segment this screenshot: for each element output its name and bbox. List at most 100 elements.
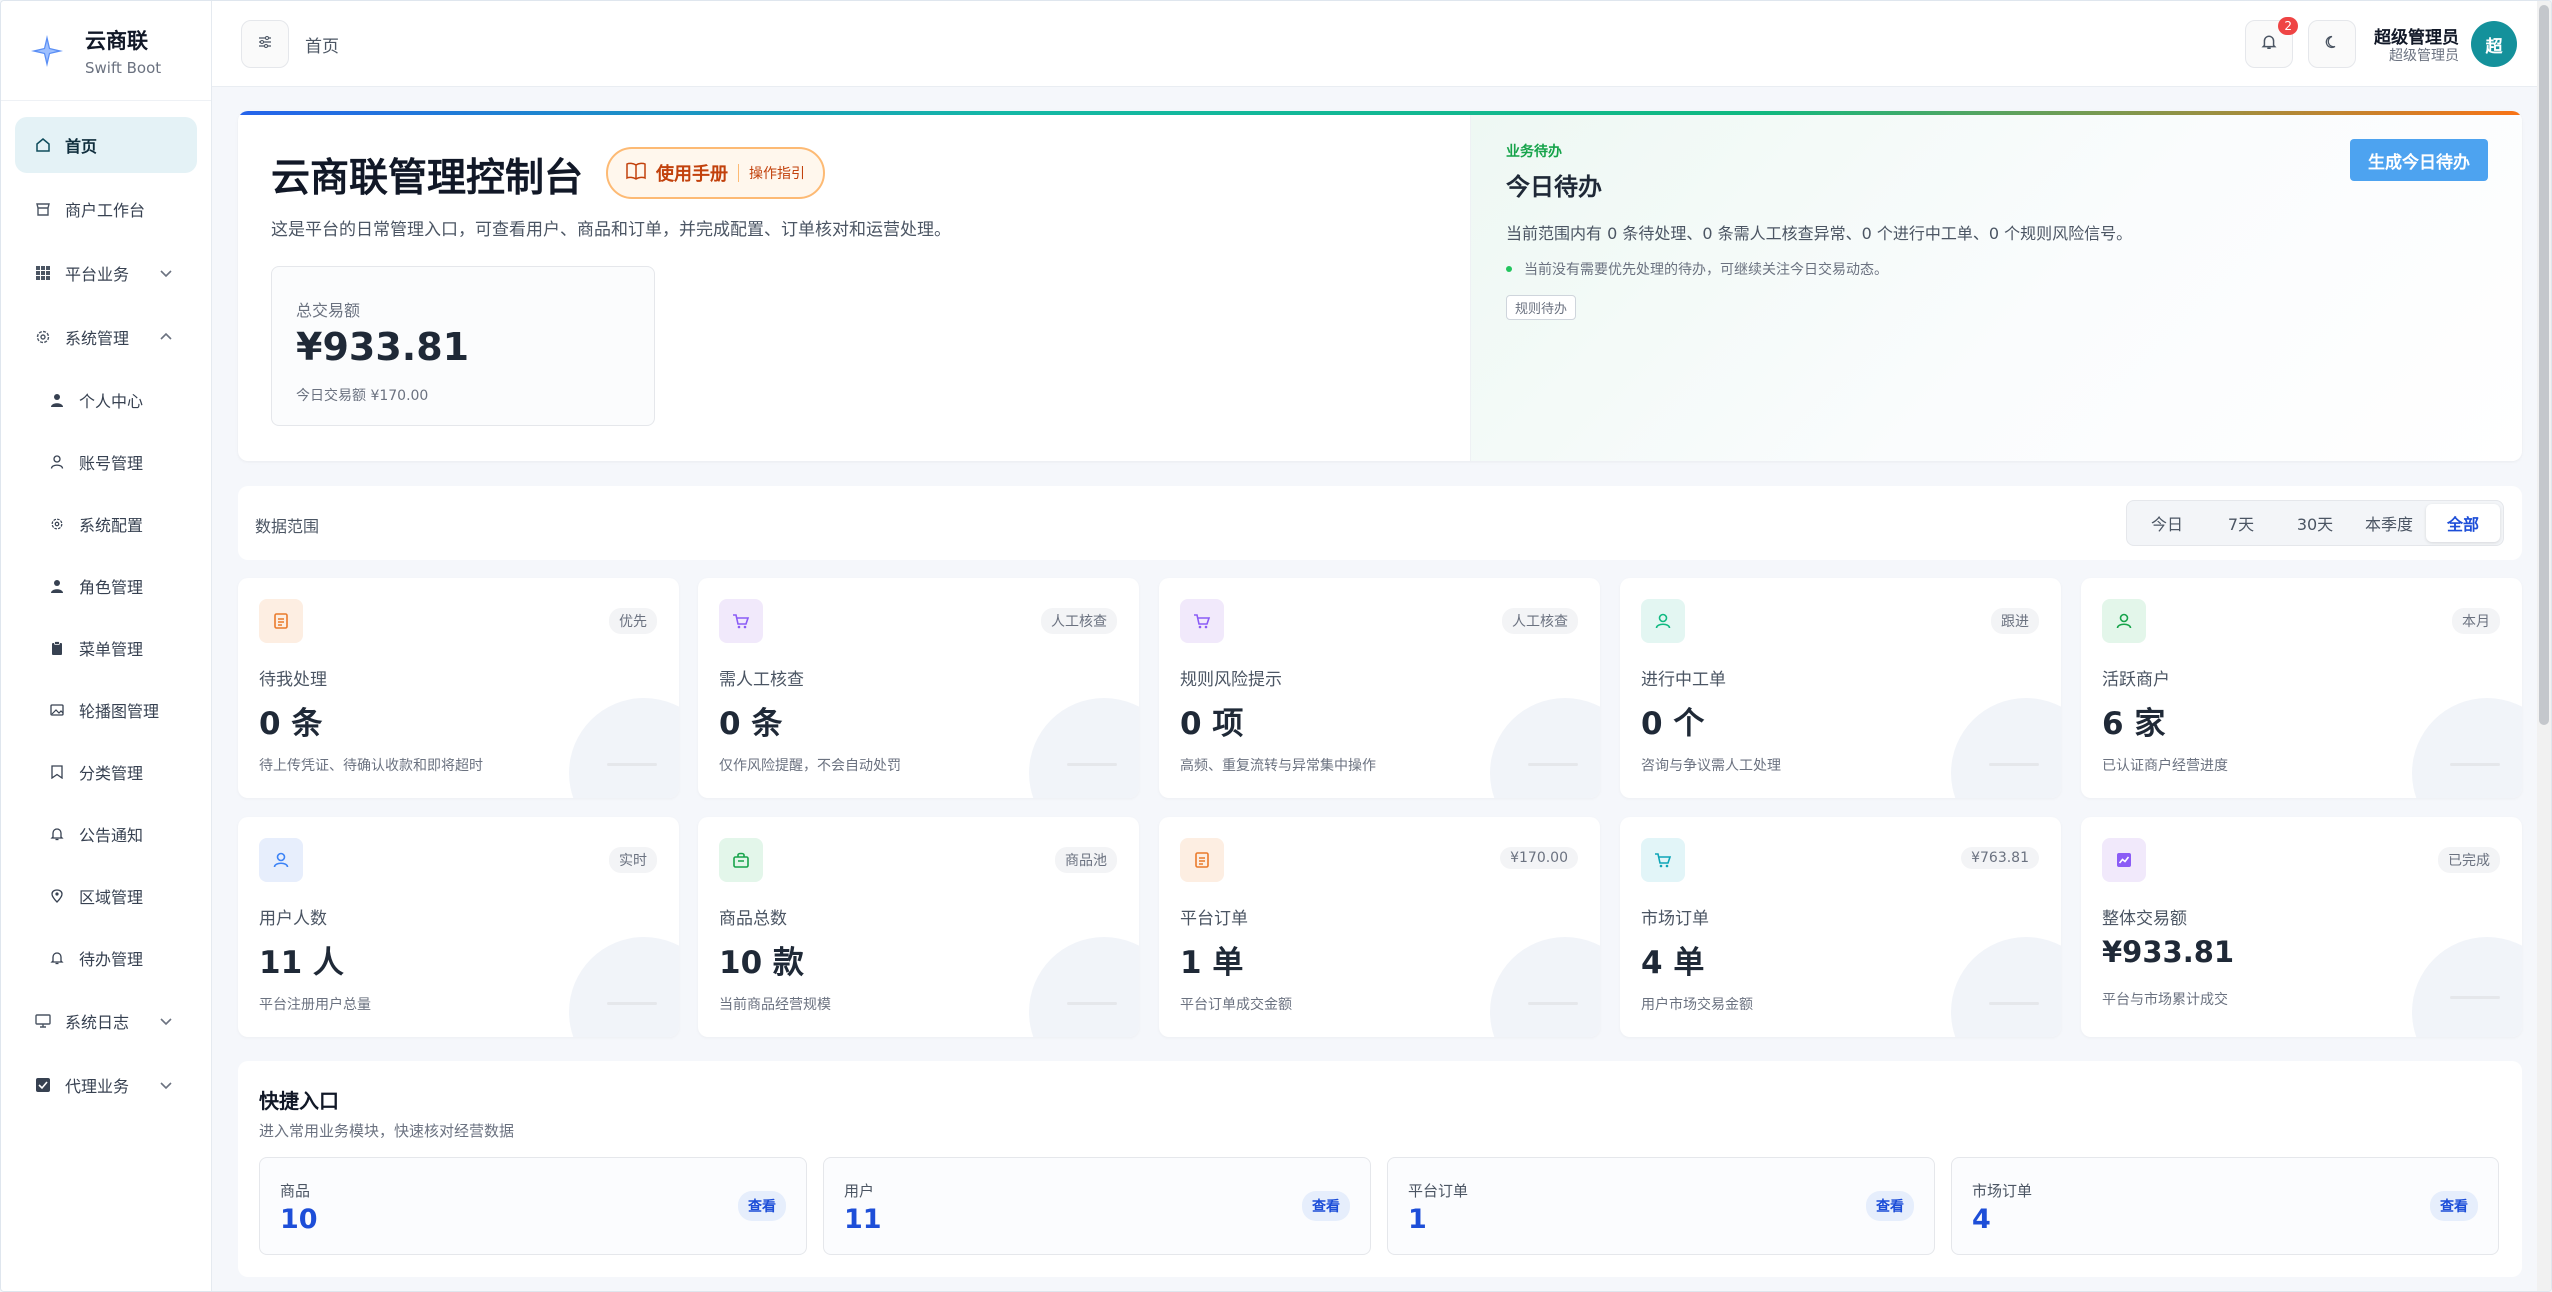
cart-icon [719,599,763,643]
document-icon [1180,838,1224,882]
range-tab-today[interactable]: 今日 [2130,504,2204,542]
sidebar-item-label: 分类管理 [79,764,144,783]
sidebar-item-todos[interactable]: 待办管理 [15,931,197,985]
page-scrollbar[interactable] [2537,1,2551,1291]
sidebar-item-system-logs[interactable]: 系统日志 [15,993,197,1049]
sidebar-item-label: 账号管理 [79,454,144,473]
quick-card-value: 4 [1972,1204,1991,1235]
card-divider [2450,996,2500,999]
view-button[interactable]: 查看 [1866,1191,1914,1221]
user-role: 超级管理员 [2389,48,2459,64]
sidebar-item-agent-business[interactable]: 代理业务 [15,1057,197,1113]
brand-logo-icon [27,31,67,71]
sidebar-toggle-button[interactable] [241,20,289,68]
card-decoration [2412,937,2522,1037]
bag-icon [719,838,763,882]
card-tag: 跟进 [1991,608,2039,634]
data-range-bar: 数据范围 今日 7天 30天 本季度 全部 [238,486,2522,560]
card-title: 用户人数 [259,909,327,929]
manual-label: 使用手册 [656,164,728,185]
sidebar-item-banners[interactable]: 轮播图管理 [15,683,197,737]
range-tab-all[interactable]: 全部 [2426,504,2500,542]
card-decoration [1490,937,1600,1037]
sidebar-item-label: 区域管理 [79,888,144,907]
card-pending[interactable]: 优先 待我处理 0 条 待上传凭证、待确认收款和即将超时 [238,578,679,798]
card-tickets[interactable]: 跟进 进行中工单 0 个 咨询与争议需人工处理 [1620,578,2061,798]
card-description: 当前商品经营规模 [719,997,831,1013]
sidebar-item-system-management[interactable]: 系统管理 [15,309,197,365]
card-users[interactable]: 实时 用户人数 11 人 平台注册用户总量 [238,817,679,1037]
sidebar-item-platform-business[interactable]: 平台业务 [15,245,197,301]
rule-todo-chip[interactable]: 规则待办 [1506,295,1577,320]
sidebar-item-merchant-workbench[interactable]: 商户工作台 [15,181,197,237]
sidebar-item-accounts[interactable]: 账号管理 [15,435,197,489]
sidebar-item-label: 商户工作台 [65,201,146,220]
range-label: 数据范围 [255,517,320,536]
checkbox-icon [33,1075,53,1095]
card-rule-risk[interactable]: 人工核查 规则风险提示 0 项 高频、重复流转与异常集中操作 [1159,578,1600,798]
card-decoration [1029,698,1139,798]
theme-toggle-button[interactable] [2308,20,2356,68]
card-overall-trade[interactable]: 已完成 整体交易额 ¥933.81 平台与市场累计成交 [2081,817,2522,1037]
card-value: 1 单 [1180,945,1244,981]
sliders-icon [257,34,273,54]
sidebar-item-label: 平台业务 [65,265,130,284]
card-tag: 已完成 [2438,847,2500,873]
range-tab-quarter[interactable]: 本季度 [2352,504,2426,542]
clipboard-icon [47,638,67,658]
card-value: 0 个 [1641,706,1705,742]
quick-card-market-orders[interactable]: 市场订单 4 查看 [1951,1157,2499,1255]
sidebar-item-home[interactable]: 首页 [15,117,197,173]
card-products[interactable]: 商品池 商品总数 10 款 当前商品经营规模 [698,817,1139,1037]
sidebar-item-regions[interactable]: 区域管理 [15,869,197,923]
person-icon [47,390,67,410]
brand[interactable]: 云商联 Swift Boot [1,1,211,101]
range-tab-30d[interactable]: 30天 [2278,504,2352,542]
user-outline-icon [47,452,67,472]
manual-button[interactable]: 使用手册 操作指引 [606,147,825,199]
card-active-merchants[interactable]: 本月 活跃商户 6 家 已认证商户经营进度 [2081,578,2522,798]
avatar[interactable]: 超 [2471,21,2517,67]
sidebar-item-categories[interactable]: 分类管理 [15,745,197,799]
card-decoration [1490,698,1600,798]
sidebar-item-system-config[interactable]: 系统配置 [15,497,197,551]
card-divider [2450,763,2500,766]
card-description: 待上传凭证、待确认收款和即将超时 [259,758,483,774]
card-divider [1067,763,1117,766]
user-icon [259,838,303,882]
notification-button[interactable]: 2 [2245,17,2298,68]
card-platform-orders[interactable]: ¥170.00 平台订单 1 单 平台订单成交金额 [1159,817,1600,1037]
sidebar-item-announcements[interactable]: 公告通知 [15,807,197,861]
card-manual-review[interactable]: 人工核查 需人工核查 0 条 仅作风险提醒，不会自动处罚 [698,578,1139,798]
card-value: 11 人 [259,945,344,981]
quick-card-users[interactable]: 用户 11 查看 [823,1157,1371,1255]
card-description: 平台与市场累计成交 [2102,992,2228,1008]
sidebar-item-roles[interactable]: 角色管理 [15,559,197,613]
view-button[interactable]: 查看 [2430,1191,2478,1221]
card-tag: 优先 [609,608,657,634]
card-description: 已认证商户经营进度 [2102,758,2228,774]
scrollbar-thumb[interactable] [2539,5,2549,725]
card-title: 平台订单 [1180,909,1248,929]
card-market-orders[interactable]: ¥763.81 市场订单 4 单 用户市场交易金额 [1620,817,2061,1037]
breadcrumb[interactable]: 首页 [305,32,339,57]
sidebar-item-profile[interactable]: 个人中心 [15,373,197,427]
range-tab-7d[interactable]: 7天 [2204,504,2278,542]
card-divider [607,763,657,766]
bookmark-icon [47,762,67,782]
quick-card-products[interactable]: 商品 10 查看 [259,1157,807,1255]
quick-card-platform-orders[interactable]: 平台订单 1 查看 [1387,1157,1935,1255]
quick-card-label: 用户 [844,1182,875,1200]
sidebar-item-label: 待办管理 [79,950,144,969]
sidebar-item-menus[interactable]: 菜单管理 [15,621,197,675]
view-button[interactable]: 查看 [1302,1191,1350,1221]
quick-title: 快捷入口 [259,1089,339,1113]
quick-description: 进入常用业务模块，快速核对经营数据 [259,1122,515,1140]
card-value: 0 条 [719,706,783,742]
hero-panel: 云商联管理控制台 使用手册 操作指引 这是平台的日常管理入口，可查看用户、商品和… [238,111,2522,461]
card-tag: ¥763.81 [1961,847,2039,869]
generate-todo-button[interactable]: 生成今日待办 [2350,139,2488,181]
stat-label: 总交易额 [296,301,361,320]
view-button[interactable]: 查看 [738,1191,786,1221]
card-decoration [1951,937,2061,1037]
